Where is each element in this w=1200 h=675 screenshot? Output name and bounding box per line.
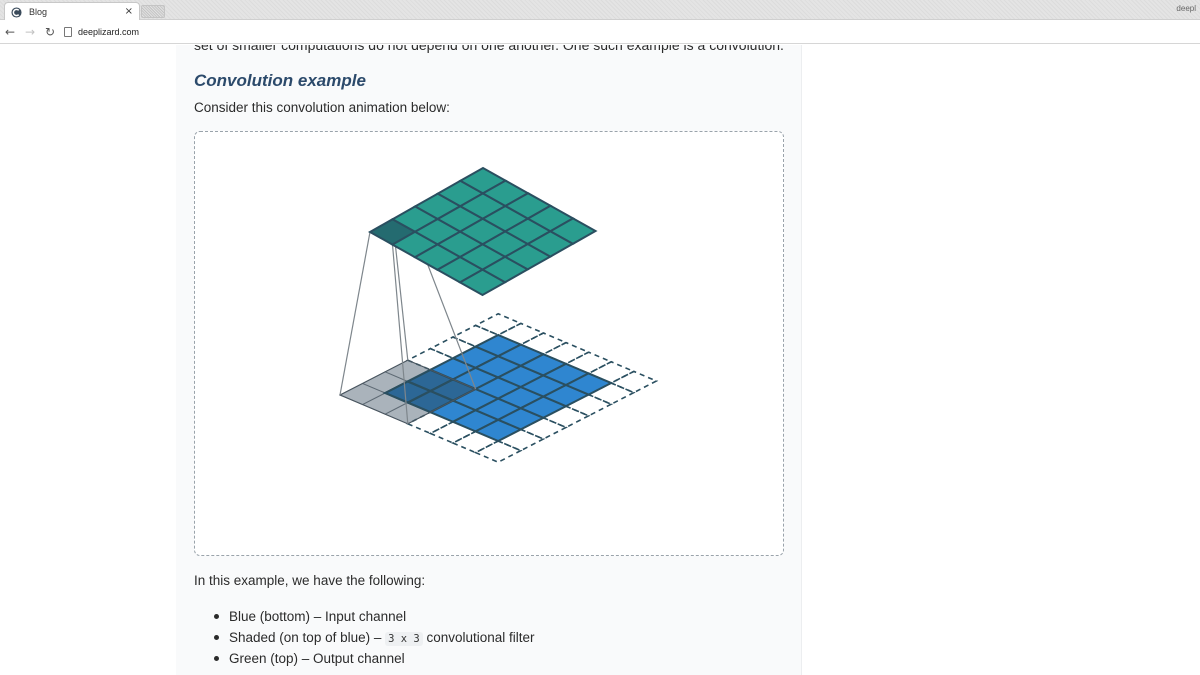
list-item-filter: Shaded (on top of blue) – 3 x 3 convolut… <box>212 627 535 648</box>
list-item-output: Green (top) – Output channel <box>212 648 535 669</box>
padding-cell <box>609 370 659 394</box>
receptive-field-line <box>339 231 371 396</box>
reload-icon[interactable]: ↻ <box>40 20 60 44</box>
filter-size-code: 3 x 3 <box>385 632 423 646</box>
convolution-diagram <box>338 166 659 464</box>
tab-blog[interactable]: Blog × <box>4 2 140 21</box>
page-viewport: set of smaller computations do not depen… <box>0 45 1200 675</box>
profile-name[interactable]: deepl <box>1176 4 1196 13</box>
lead-paragraph: Consider this convolution animation belo… <box>194 100 450 115</box>
list-item-input: Blue (bottom) – Input channel <box>212 606 535 627</box>
deeplizard-logo-icon <box>11 6 22 18</box>
address-bar[interactable]: deeplizard.com <box>64 26 140 37</box>
tab-title: Blog <box>29 7 48 17</box>
arrow-left-icon[interactable]: ← <box>0 20 20 44</box>
list-item-text: convolutional filter <box>422 630 535 645</box>
arrow-right-icon[interactable]: → <box>20 20 40 44</box>
after-figure-paragraph: In this example, we have the following: <box>194 573 426 588</box>
new-tab-button[interactable] <box>141 5 165 18</box>
url-text: deeplizard.com <box>78 26 140 37</box>
convolution-animation-figure <box>194 131 784 556</box>
list-item-text: Shaded (on top of blue) – <box>229 630 386 645</box>
list-item-text: Blue (bottom) – Input channel <box>229 609 407 624</box>
page-info-icon[interactable] <box>64 26 72 37</box>
section-heading: Convolution example <box>194 71 366 90</box>
list-item-text: Green (top) – Output channel <box>229 651 405 666</box>
browser-toolbar: ← → ↻ deeplizard.com <box>0 20 1200 44</box>
padding-cell <box>473 312 523 336</box>
padding-cell <box>473 440 523 464</box>
tab-close-icon[interactable]: × <box>125 7 133 17</box>
tab-strip: Blog × deepl <box>0 0 1200 21</box>
intro-paragraph: set of smaller computations do not depen… <box>194 45 784 53</box>
legend-list: Blue (bottom) – Input channel Shaded (on… <box>212 606 535 669</box>
